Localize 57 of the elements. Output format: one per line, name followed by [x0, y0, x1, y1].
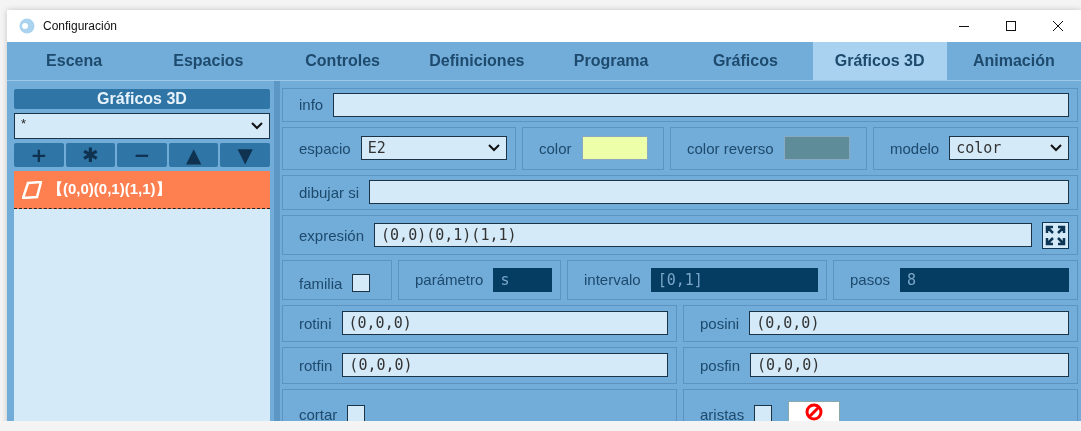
panel-title: Gráficos 3D — [14, 89, 270, 109]
field-label: expresión — [299, 226, 365, 244]
prohibited-icon — [805, 403, 824, 421]
input-field[interactable] — [369, 180, 1069, 205]
field-label: rotini — [299, 314, 332, 332]
field-label: posini — [700, 314, 740, 332]
input-field[interactable]: (0,0,0) — [749, 311, 1069, 336]
field-label: dibujar si — [299, 183, 360, 201]
parallelogram-icon — [22, 180, 42, 199]
window-title: Configuración — [43, 19, 118, 33]
field-label: espacio — [299, 139, 351, 157]
tab[interactable]: Espacios — [141, 42, 276, 80]
color-swatch[interactable] — [581, 136, 648, 161]
chevron-icon — [488, 143, 500, 154]
input-field[interactable]: (0,0,0) — [342, 353, 668, 378]
toolbar-button[interactable]: ▼ — [220, 143, 270, 167]
toolbar-button[interactable]: ✱ — [65, 143, 116, 167]
toolbar-button[interactable]: − — [117, 143, 167, 167]
select-field[interactable]: E2 — [360, 136, 507, 161]
field-label: color — [539, 139, 572, 157]
field-label: color reverso — [687, 139, 774, 157]
field-label: intervalo — [584, 271, 641, 289]
checkbox[interactable] — [352, 273, 371, 292]
field-label: posfin — [700, 356, 741, 374]
chevron-icon — [1050, 143, 1062, 154]
tab[interactable]: Definiciones — [409, 42, 544, 80]
input-field[interactable]: (0,0,0) — [341, 311, 668, 336]
toolbar-button[interactable]: ▲ — [168, 143, 219, 167]
field-label: info — [299, 96, 324, 114]
expand-icon[interactable] — [1042, 221, 1069, 249]
field-label: pasos — [850, 271, 891, 289]
tab[interactable]: Controles — [275, 42, 410, 80]
field-label: rotfin — [299, 356, 333, 374]
checkbox[interactable] — [754, 405, 773, 421]
filter-select[interactable]: * — [14, 113, 270, 139]
color-swatch[interactable] — [783, 136, 850, 161]
tab[interactable]: Escena — [7, 42, 142, 80]
tab[interactable]: Animación — [946, 42, 1081, 80]
input-field[interactable]: (0,0)(0,1)(1,1) — [374, 223, 1032, 248]
select-field[interactable]: color — [949, 136, 1069, 161]
list-item[interactable]: 【(0,0)(0,1)(1,1)】 — [14, 171, 270, 209]
tab[interactable]: Gráficos 3D — [812, 42, 947, 80]
color-button[interactable] — [788, 401, 841, 421]
app-icon — [19, 18, 35, 34]
input-field[interactable] — [333, 92, 1069, 117]
checkbox[interactable] — [347, 405, 366, 421]
field-label: cortar — [299, 406, 338, 421]
field-label: aristas — [700, 406, 745, 421]
maximize-icon[interactable] — [1005, 21, 1016, 31]
field-label: parámetro — [415, 271, 484, 289]
tab[interactable]: Gráficos — [678, 42, 813, 80]
tab[interactable]: Programa — [544, 42, 679, 80]
input-field[interactable]: (0,0,0) — [750, 353, 1069, 378]
toolbar-button[interactable]: + — [14, 143, 64, 167]
field-label: modelo — [890, 139, 940, 157]
close-icon[interactable] — [1052, 21, 1063, 31]
field-label: familia — [299, 274, 343, 292]
